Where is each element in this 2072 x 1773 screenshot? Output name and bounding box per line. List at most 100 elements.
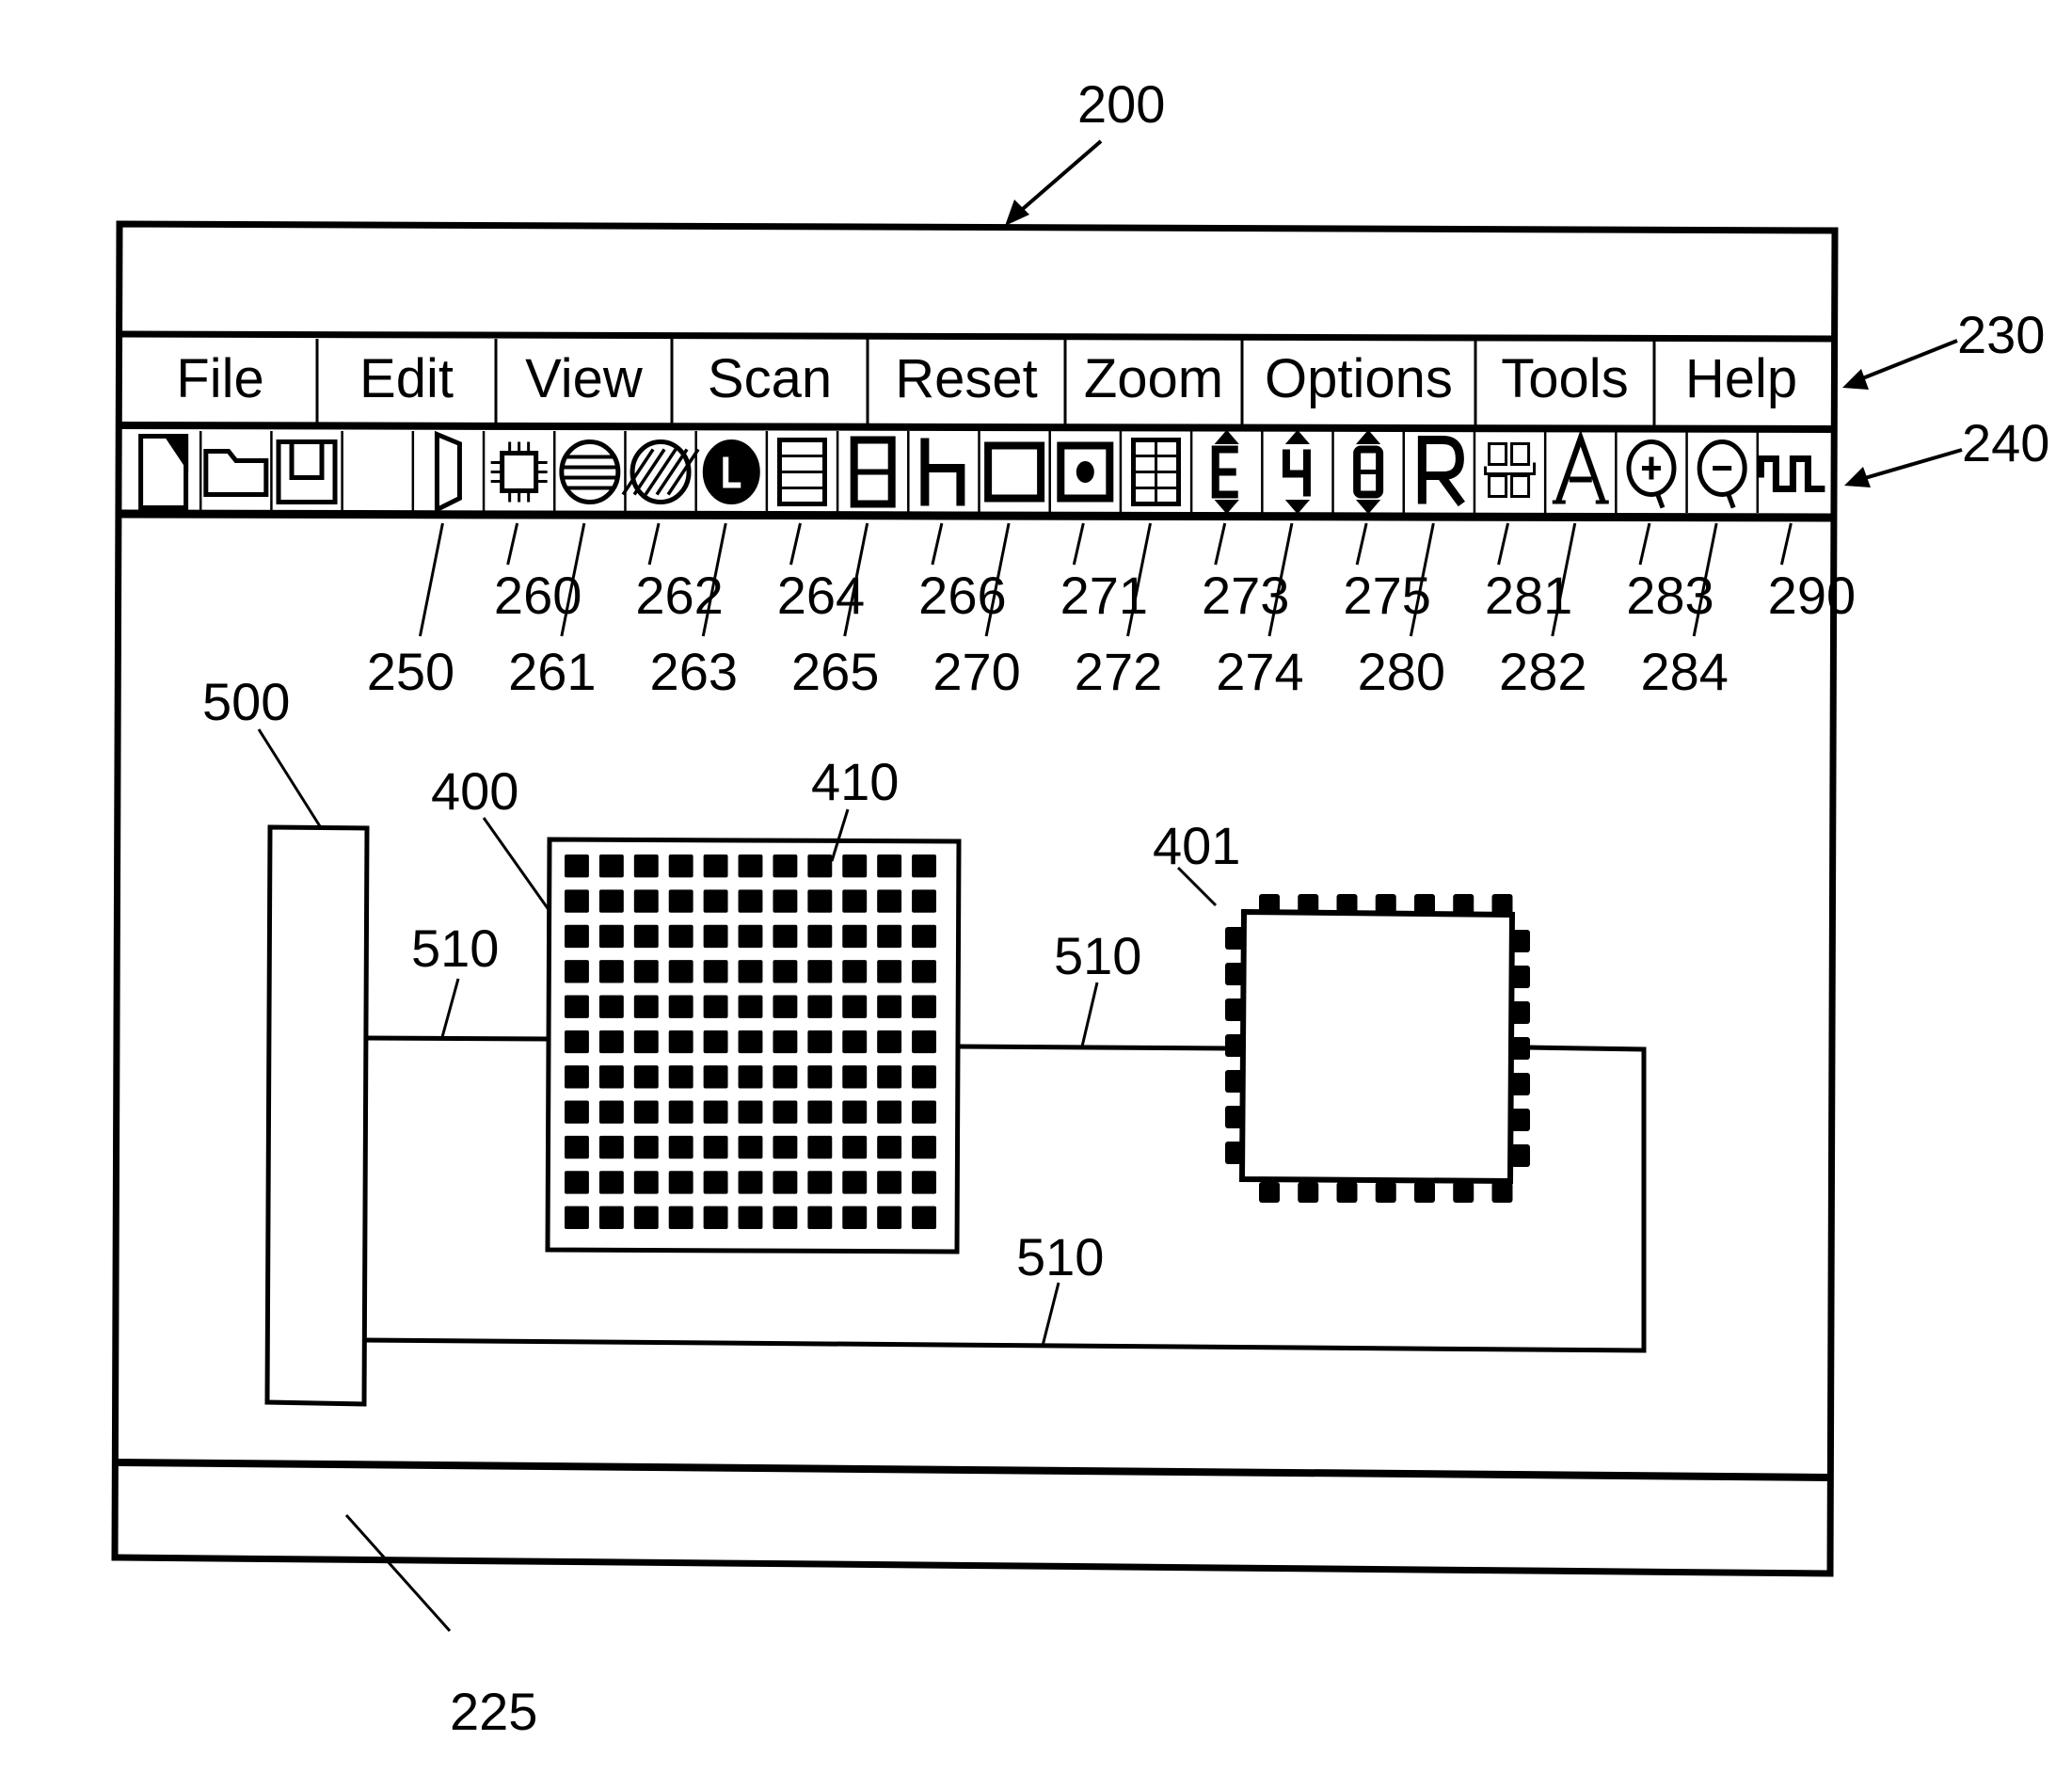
grid-ball <box>877 1100 902 1124</box>
toolbar-button-open-folder[interactable] <box>199 431 271 513</box>
toolbar-button-save[interactable] <box>270 431 342 513</box>
grid-ball <box>842 1065 868 1089</box>
toolbar-button-square[interactable] <box>978 431 1050 513</box>
title-bar[interactable] <box>123 228 1828 331</box>
toolbar-button-blank[interactable] <box>341 431 413 513</box>
arrowhead <box>1842 369 1869 390</box>
grid-ball <box>598 1206 624 1229</box>
toolbar-button-h-glyph[interactable] <box>907 431 979 513</box>
menu-item-zoom[interactable]: Zoom <box>1063 339 1242 425</box>
grid-ball <box>668 1065 693 1089</box>
toolbar-ref-callout: 262 <box>635 522 724 625</box>
design-canvas[interactable]: 500 400 410 401 510 510 510 <box>202 672 1647 1407</box>
grid-ball <box>877 1206 902 1229</box>
menu-item-help[interactable]: Help <box>1652 339 1828 425</box>
window-ref-label: 200 <box>1077 74 1165 134</box>
menu-item-tools[interactable]: Tools <box>1474 339 1654 425</box>
grid-ball <box>633 855 659 878</box>
toolbar <box>130 429 1828 515</box>
wire-500-to-400[interactable] <box>366 1035 549 1042</box>
toolbar-ref-callout: 290 <box>1768 522 1856 625</box>
menu-item-label: Edit <box>359 348 454 409</box>
status-bar <box>120 1468 1825 1567</box>
grid-ball <box>703 1171 728 1194</box>
toolbar-button-rows[interactable] <box>765 431 837 513</box>
toolbar-button-square-dot[interactable] <box>1048 431 1121 513</box>
menu-item-edit[interactable]: Edit <box>315 339 496 425</box>
wire-ref-label: 510 <box>1016 1227 1104 1286</box>
grid-ball <box>738 960 763 983</box>
menu-item-label: View <box>525 348 644 409</box>
grid-ball <box>773 924 798 949</box>
grid-ball <box>912 1065 936 1089</box>
toolbar-ref-label: 240 <box>1962 413 2049 472</box>
menu-item-file[interactable]: File <box>123 339 317 423</box>
grid-ball <box>738 1171 763 1194</box>
toolbar-button-group[interactable] <box>1473 431 1545 513</box>
menu-item-options[interactable]: Options <box>1240 339 1475 425</box>
chip-pin <box>1453 1182 1474 1203</box>
grid-ball <box>565 1065 589 1089</box>
grid-ball <box>633 1100 659 1124</box>
grid-ball <box>912 855 936 878</box>
grid-ball <box>598 924 624 949</box>
wire-401-to-500[interactable] <box>363 1045 1647 1353</box>
grid-ball <box>877 855 902 878</box>
toolbar-ref-callout: 260 <box>494 522 582 625</box>
grid-ball <box>807 960 833 983</box>
grid-ball <box>877 1065 902 1089</box>
component-500[interactable] <box>264 824 370 1407</box>
toolbar-button-grid[interactable] <box>1119 431 1191 513</box>
toolbar-button-zoom-in[interactable] <box>1615 431 1686 513</box>
toolbar-button-four-updown[interactable] <box>1261 429 1332 515</box>
grid-ball <box>598 889 624 913</box>
toolbar-button-hitbox[interactable] <box>413 431 484 513</box>
toolbar-button-hitbox[interactable] <box>343 431 413 513</box>
grid-ball <box>807 1030 833 1054</box>
grid-ball <box>738 1135 763 1159</box>
grid-ball <box>598 855 624 878</box>
chip-pin <box>1298 894 1319 915</box>
chip-pin <box>1259 894 1280 915</box>
grid-ball <box>565 1206 589 1229</box>
toolbar-button-zoom-out[interactable] <box>1685 431 1758 513</box>
grid-ball <box>598 1100 624 1124</box>
grid-ball <box>877 924 902 949</box>
toolbar-ref-callout: 266 <box>918 522 1007 625</box>
wire-400-to-401[interactable] <box>958 1044 1230 1051</box>
toolbar-ref-label: 282 <box>1499 642 1586 701</box>
toolbar-button-r-glyph[interactable] <box>1402 431 1474 513</box>
title-bar-divider <box>119 330 1834 343</box>
toolbar-button-panel[interactable] <box>411 430 484 514</box>
menu-item-reset[interactable]: Reset <box>866 339 1065 425</box>
grid-ball <box>633 1065 659 1089</box>
toolbar-button-waveform[interactable] <box>1756 431 1828 513</box>
chip-pin <box>1336 1182 1358 1203</box>
grid-ball <box>633 995 659 1018</box>
menu-item-scan[interactable]: Scan <box>670 339 868 425</box>
grid-ball <box>842 1171 868 1194</box>
toolbar-button-eight-updown[interactable] <box>1331 429 1404 515</box>
grid-ball <box>598 1171 624 1194</box>
toolbar-button-digit-eight-box[interactable] <box>836 431 908 513</box>
grid-ball <box>807 995 833 1018</box>
toolbar-button-l-circle[interactable] <box>694 431 767 513</box>
grid-ball <box>598 995 624 1018</box>
grid-ball <box>668 995 693 1018</box>
grid-ball <box>565 995 589 1018</box>
toolbar-button-e-updown[interactable] <box>1189 429 1262 515</box>
grid-ball <box>807 1065 833 1089</box>
toolbar-ref-callout: 250 <box>367 522 454 701</box>
chip-pin <box>1511 1109 1530 1131</box>
component-401[interactable] <box>1238 908 1516 1185</box>
toolbar-button-diagonal-stripes-circle[interactable] <box>621 431 700 513</box>
toolbar-ref-label: 284 <box>1640 642 1728 701</box>
toolbar-button-text-a[interactable] <box>1543 429 1616 513</box>
toolbar-button-chip[interactable] <box>482 431 554 513</box>
grid-ball <box>668 1171 693 1194</box>
toolbar-button-hitbox[interactable] <box>200 431 271 513</box>
toolbar-button-horizontal-stripes-circle[interactable] <box>553 431 625 513</box>
toolbar-button-new-file[interactable] <box>130 431 200 513</box>
menu-item-view[interactable]: View <box>494 339 672 425</box>
grid-ball <box>633 1171 659 1194</box>
